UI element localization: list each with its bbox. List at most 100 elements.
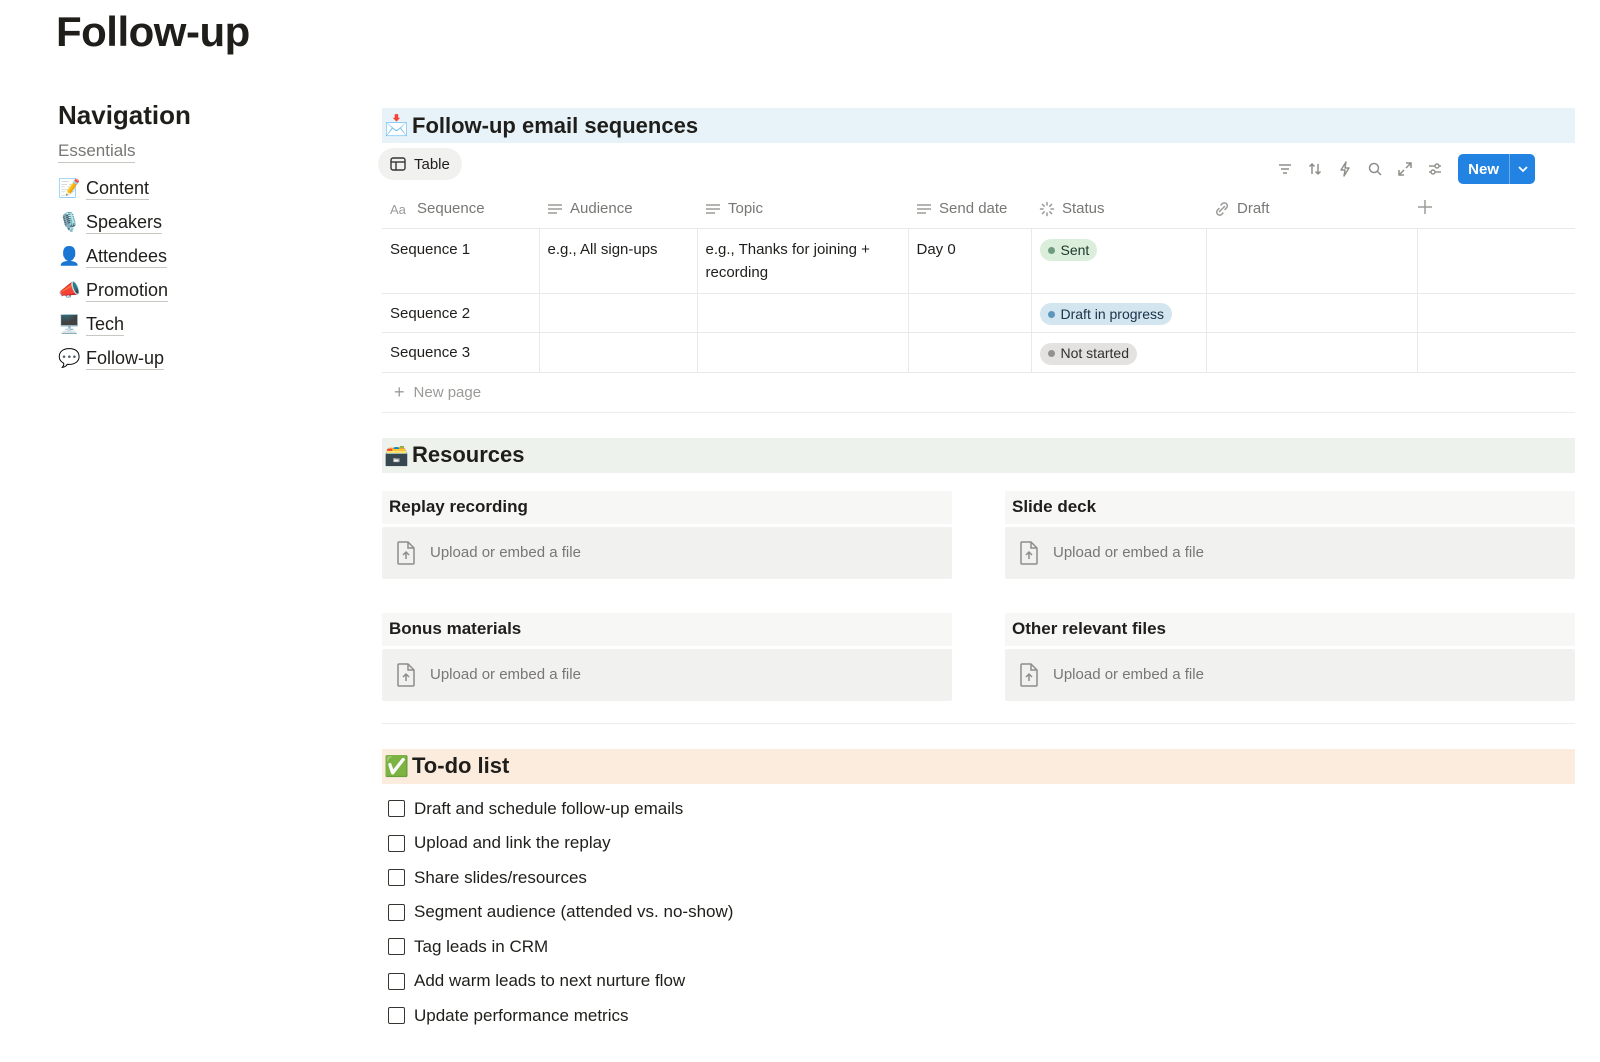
cell-status[interactable]: Not started xyxy=(1031,332,1207,373)
sequences-title: Follow-up email sequences xyxy=(412,112,699,138)
todo-checkbox[interactable] xyxy=(388,869,405,887)
list-item: Tag leads in CRM xyxy=(382,930,1575,965)
resource-label: Slide deck xyxy=(1005,490,1575,524)
nav-item-label[interactable]: Follow-up xyxy=(86,347,165,370)
person-icon: 👤 xyxy=(58,245,81,266)
sequences-header: 📩 Follow-up email sequences xyxy=(382,108,1575,143)
filter-icon[interactable] xyxy=(1270,154,1300,184)
computer-icon: 🖥️ xyxy=(58,313,81,334)
cell-audience[interactable] xyxy=(539,332,698,373)
search-icon[interactable] xyxy=(1360,154,1390,184)
resource-card-bonus: Bonus materials Upload or embed a file xyxy=(382,612,952,701)
nav-subtitle-essentials[interactable]: Essentials xyxy=(58,141,136,163)
cell-empty xyxy=(1417,332,1575,373)
text-property-icon xyxy=(548,204,562,214)
todo-checkbox[interactable] xyxy=(388,800,405,818)
table-icon xyxy=(390,157,406,171)
view-tab-label: Table xyxy=(414,155,450,173)
nav-item-label[interactable]: Content xyxy=(86,177,150,200)
column-header-draft[interactable]: Draft xyxy=(1206,190,1417,229)
status-dot xyxy=(1047,350,1055,357)
main-content: 📩 Follow-up email sequences Table New Aa… xyxy=(378,108,1575,1033)
title-property-icon: Aa xyxy=(390,202,407,216)
file-upload-icon xyxy=(397,662,415,687)
navigation-sidebar: Navigation Essentials 📝 Content 🎙️ Speak… xyxy=(58,100,318,375)
file-upload-box[interactable]: Upload or embed a file xyxy=(1005,648,1575,701)
cell-topic[interactable]: e.g., Thanks for joining + recording xyxy=(697,228,909,294)
nav-item-label[interactable]: Tech xyxy=(86,313,125,336)
cell-draft[interactable] xyxy=(1206,332,1418,373)
card-file-box-icon: 🗃️ xyxy=(384,444,409,467)
resources-title: Resources xyxy=(412,442,525,467)
todo-checkbox[interactable] xyxy=(388,834,405,852)
nav-item-label[interactable]: Speakers xyxy=(86,211,163,234)
nav-item-attendees[interactable]: 👤 Attendees xyxy=(58,239,318,273)
resource-label: Bonus materials xyxy=(382,612,952,646)
file-upload-box[interactable]: Upload or embed a file xyxy=(1005,526,1575,579)
cell-status[interactable]: Draft in progress xyxy=(1031,293,1207,333)
cell-topic[interactable] xyxy=(697,332,909,373)
nav-item-label[interactable]: Attendees xyxy=(86,245,168,268)
add-property-button[interactable] xyxy=(1417,190,1575,229)
nav-item-label[interactable]: Promotion xyxy=(86,279,169,302)
file-upload-box[interactable]: Upload or embed a file xyxy=(382,648,952,701)
cell-sequence[interactable]: Sequence 3 xyxy=(382,332,540,373)
cell-empty xyxy=(1417,293,1575,333)
sort-icon[interactable] xyxy=(1300,154,1330,184)
new-button-label[interactable]: New xyxy=(1458,154,1509,184)
table-view-tab[interactable]: Table xyxy=(378,148,462,180)
database-toolbar: Table New xyxy=(378,146,1575,186)
cell-topic[interactable] xyxy=(697,293,909,333)
svg-text:Aa: Aa xyxy=(390,202,407,216)
column-header-audience[interactable]: Audience xyxy=(539,190,697,229)
lightning-icon[interactable] xyxy=(1330,154,1360,184)
column-header-sequence[interactable]: Aa Sequence xyxy=(382,190,539,229)
status-dot xyxy=(1047,310,1055,318)
list-item: Segment audience (attended vs. no-show) xyxy=(382,895,1575,930)
list-item: Add warm leads to next nurture flow xyxy=(382,964,1575,999)
new-button[interactable]: New xyxy=(1458,154,1535,184)
expand-icon[interactable] xyxy=(1390,154,1420,184)
resources-header: 🗃️ Resources xyxy=(382,437,1575,473)
column-header-send-date[interactable]: Send date xyxy=(908,190,1031,229)
table-row[interactable]: Sequence 3 Not started xyxy=(382,332,1575,373)
new-page-button[interactable]: + New page xyxy=(382,373,1575,413)
settings-sliders-icon[interactable] xyxy=(1420,154,1450,184)
resource-label: Other relevant files xyxy=(1005,612,1575,646)
cell-audience[interactable]: e.g., All sign-ups xyxy=(539,228,698,294)
table-row[interactable]: Sequence 1 e.g., All sign-ups e.g., Than… xyxy=(382,228,1575,294)
table-row[interactable]: Sequence 2 Draft in progress xyxy=(382,293,1575,333)
todo-checkbox[interactable] xyxy=(388,972,405,990)
status-badge: Not started xyxy=(1039,342,1137,365)
text-property-icon xyxy=(917,204,931,214)
todo-checkbox[interactable] xyxy=(388,903,405,921)
file-upload-box[interactable]: Upload or embed a file xyxy=(382,526,952,579)
chevron-down-icon[interactable] xyxy=(1509,154,1535,184)
cell-send-date[interactable] xyxy=(908,332,1032,373)
cell-draft[interactable] xyxy=(1206,293,1418,333)
cell-audience[interactable] xyxy=(539,293,698,333)
page-title: Follow-up xyxy=(56,8,250,55)
cell-send-date[interactable] xyxy=(908,293,1032,333)
cell-sequence[interactable]: Sequence 2 xyxy=(382,293,540,333)
cell-send-date[interactable]: Day 0 xyxy=(908,228,1032,294)
nav-item-tech[interactable]: 🖥️ Tech xyxy=(58,307,318,341)
nav-item-promotion[interactable]: 📣 Promotion xyxy=(58,273,318,307)
plus-icon: + xyxy=(394,381,405,402)
resources-grid: Replay recording Upload or embed a file … xyxy=(382,490,1575,701)
todo-header: ✅ To-do list xyxy=(382,748,1575,784)
nav-item-follow-up[interactable]: 💬 Follow-up xyxy=(58,341,318,375)
column-header-topic[interactable]: Topic xyxy=(697,190,908,229)
nav-item-speakers[interactable]: 🎙️ Speakers xyxy=(58,205,318,239)
todo-checkbox[interactable] xyxy=(388,1007,405,1025)
nav-item-content[interactable]: 📝 Content xyxy=(58,171,318,205)
cell-sequence[interactable]: Sequence 1 xyxy=(382,228,540,294)
nav-title: Navigation xyxy=(58,100,191,130)
cell-status[interactable]: Sent xyxy=(1031,228,1207,294)
status-badge: Sent xyxy=(1039,239,1098,261)
speech-bubble-icon: 💬 xyxy=(58,347,81,368)
cell-draft[interactable] xyxy=(1206,228,1418,294)
microphone-icon: 🎙️ xyxy=(58,211,81,232)
todo-checkbox[interactable] xyxy=(388,938,405,956)
column-header-status[interactable]: Status xyxy=(1031,190,1206,229)
